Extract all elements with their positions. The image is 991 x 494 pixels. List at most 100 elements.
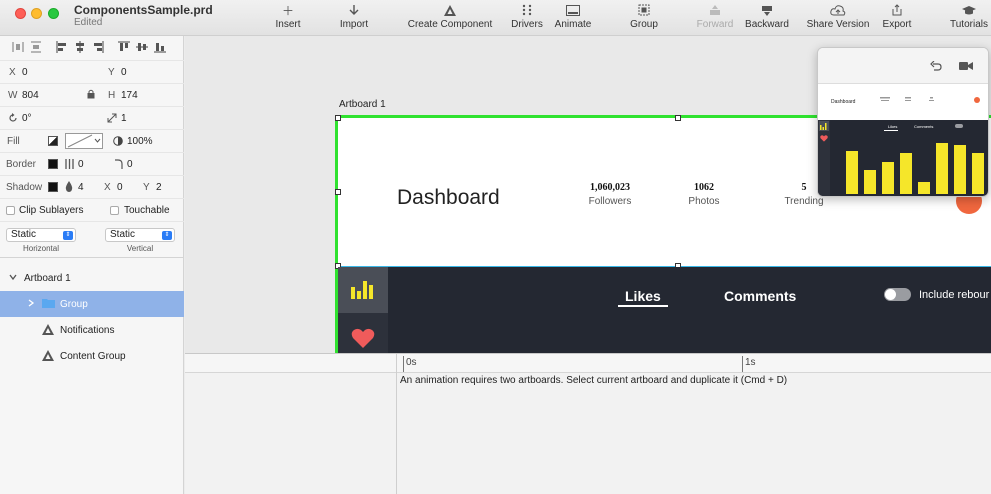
tab-likes[interactable]: Likes xyxy=(625,288,661,304)
clip-sublayers-checkbox[interactable] xyxy=(6,206,15,215)
vertical-constraint-select[interactable]: Static ⇕ xyxy=(105,228,175,242)
preview-toggle xyxy=(955,124,963,128)
timeline-divider[interactable] xyxy=(396,354,397,494)
tutorials-button[interactable]: Tutorials xyxy=(947,0,991,36)
stat-label: Followers xyxy=(588,196,632,207)
disclosure-down-icon[interactable] xyxy=(9,273,17,284)
fill-toggle-icon[interactable] xyxy=(48,136,58,146)
minimize-window-button[interactable] xyxy=(31,8,42,19)
export-icon xyxy=(887,0,907,20)
forward-button[interactable]: Forward xyxy=(695,0,735,36)
x-field[interactable]: 0 xyxy=(22,67,28,78)
arrow-down-icon xyxy=(344,0,364,20)
tab-comments[interactable]: Comments xyxy=(724,288,796,304)
position-row: X 0 Y 0 xyxy=(0,61,184,84)
fill-color-well[interactable] xyxy=(65,133,103,149)
timeline-ruler[interactable]: 0s 1s xyxy=(185,354,991,373)
folder-icon xyxy=(42,298,55,311)
animate-button[interactable]: Animate xyxy=(553,0,593,36)
close-window-button[interactable] xyxy=(15,8,26,19)
height-label: H xyxy=(108,90,116,101)
preview-bar xyxy=(900,153,912,194)
align-right-icon[interactable] xyxy=(92,41,104,56)
preview-tab-underline xyxy=(884,130,898,131)
vertical-label: Vertical xyxy=(126,244,154,253)
preview-dashboard-title: Dashboard xyxy=(831,99,856,105)
scale-field[interactable]: 1 xyxy=(121,113,127,124)
fill-opacity-field[interactable]: 100% xyxy=(127,136,153,147)
width-field[interactable]: 804 xyxy=(22,90,39,101)
shadow-color-swatch[interactable] xyxy=(48,182,58,192)
horizontal-constraint-select[interactable]: Static ⇕ xyxy=(6,228,76,242)
drivers-icon xyxy=(517,0,537,20)
toggle-knob xyxy=(885,289,896,300)
side-nav-chart[interactable] xyxy=(338,267,388,313)
shadow-x-field[interactable]: 0 xyxy=(117,182,123,193)
share-version-button[interactable]: Share Version xyxy=(805,0,871,36)
shadow-blur-field[interactable]: 4 xyxy=(78,182,84,193)
export-button[interactable]: Export xyxy=(880,0,914,36)
layer-content-group[interactable]: Content Group xyxy=(0,343,184,369)
shadow-row: Shadow 4 X 0 Y 2 xyxy=(0,176,184,199)
shadow-y-field[interactable]: 2 xyxy=(156,182,162,193)
drivers-button[interactable]: Drivers xyxy=(509,0,545,36)
side-nav-likes[interactable] xyxy=(338,317,388,353)
resize-handle[interactable] xyxy=(335,189,341,195)
content-section[interactable]: Likes Comments Include rebour xyxy=(338,267,991,353)
heart-icon xyxy=(351,328,375,352)
distribute-horizontal-icon[interactable] xyxy=(12,41,24,56)
shadow-y-label: Y xyxy=(143,182,150,193)
disclosure-right-icon[interactable] xyxy=(27,299,35,310)
create-component-button[interactable]: Create Component xyxy=(406,0,494,36)
corner-radius-icon xyxy=(114,159,124,172)
align-top-icon[interactable] xyxy=(118,41,130,56)
insert-button[interactable]: ＋ Insert xyxy=(272,0,304,36)
align-left-icon[interactable] xyxy=(56,41,68,56)
group-icon xyxy=(634,0,654,20)
border-width-field[interactable]: 0 xyxy=(78,159,84,170)
component-icon xyxy=(440,0,460,20)
rotation-field[interactable]: 0° xyxy=(22,113,32,124)
height-field[interactable]: 174 xyxy=(121,90,138,101)
group-button[interactable]: Group xyxy=(627,0,661,36)
tab-likes-underline xyxy=(618,305,668,307)
vertical-constraint-value: Static xyxy=(110,229,136,240)
include-toggle[interactable] xyxy=(884,288,911,301)
align-bottom-icon[interactable] xyxy=(154,41,166,56)
distribute-vertical-icon[interactable] xyxy=(30,41,42,56)
layer-group[interactable]: Group xyxy=(0,291,184,317)
preview-window[interactable]: Dashboard Likes Comments xyxy=(817,47,989,197)
preview-header: Dashboard xyxy=(818,85,988,120)
stepper-icon: ⇕ xyxy=(162,231,172,240)
layer-notifications[interactable]: Notifications xyxy=(0,317,184,343)
backward-button[interactable]: Backward xyxy=(744,0,790,36)
video-camera-icon[interactable] xyxy=(959,61,973,74)
artboard-label[interactable]: Artboard 1 xyxy=(339,99,386,110)
resize-handle[interactable] xyxy=(675,115,681,121)
stepper-icon: ⇕ xyxy=(63,231,73,240)
lock-icon[interactable] xyxy=(87,89,95,102)
undo-icon[interactable] xyxy=(930,60,942,74)
layer-label: Notifications xyxy=(60,325,115,336)
size-row: W 804 H 174 xyxy=(0,84,184,107)
import-button[interactable]: Import xyxy=(336,0,372,36)
preview-notification-badge xyxy=(974,97,980,103)
rotation-row: 0° 1 xyxy=(0,107,184,130)
resize-handle[interactable] xyxy=(335,115,341,121)
zoom-window-button[interactable] xyxy=(48,8,59,19)
touchable-checkbox[interactable] xyxy=(110,206,119,215)
horizontal-label: Horizontal xyxy=(22,244,59,253)
align-center-icon[interactable] xyxy=(74,41,86,56)
y-label: Y xyxy=(108,67,115,78)
border-color-swatch[interactable] xyxy=(48,159,58,169)
align-middle-icon[interactable] xyxy=(136,41,148,56)
preview-heart-icon xyxy=(820,134,828,145)
stat-value: 1062 xyxy=(694,182,714,193)
y-field[interactable]: 0 xyxy=(121,67,127,78)
preview-bar xyxy=(954,145,966,194)
corner-radius-field[interactable]: 0 xyxy=(127,159,133,170)
layer-artboard-1[interactable]: Artboard 1 xyxy=(0,265,184,291)
preview-tab-comments: Comments xyxy=(914,124,934,129)
preview-bar xyxy=(972,153,984,194)
dashboard-title: Dashboard xyxy=(397,186,500,209)
